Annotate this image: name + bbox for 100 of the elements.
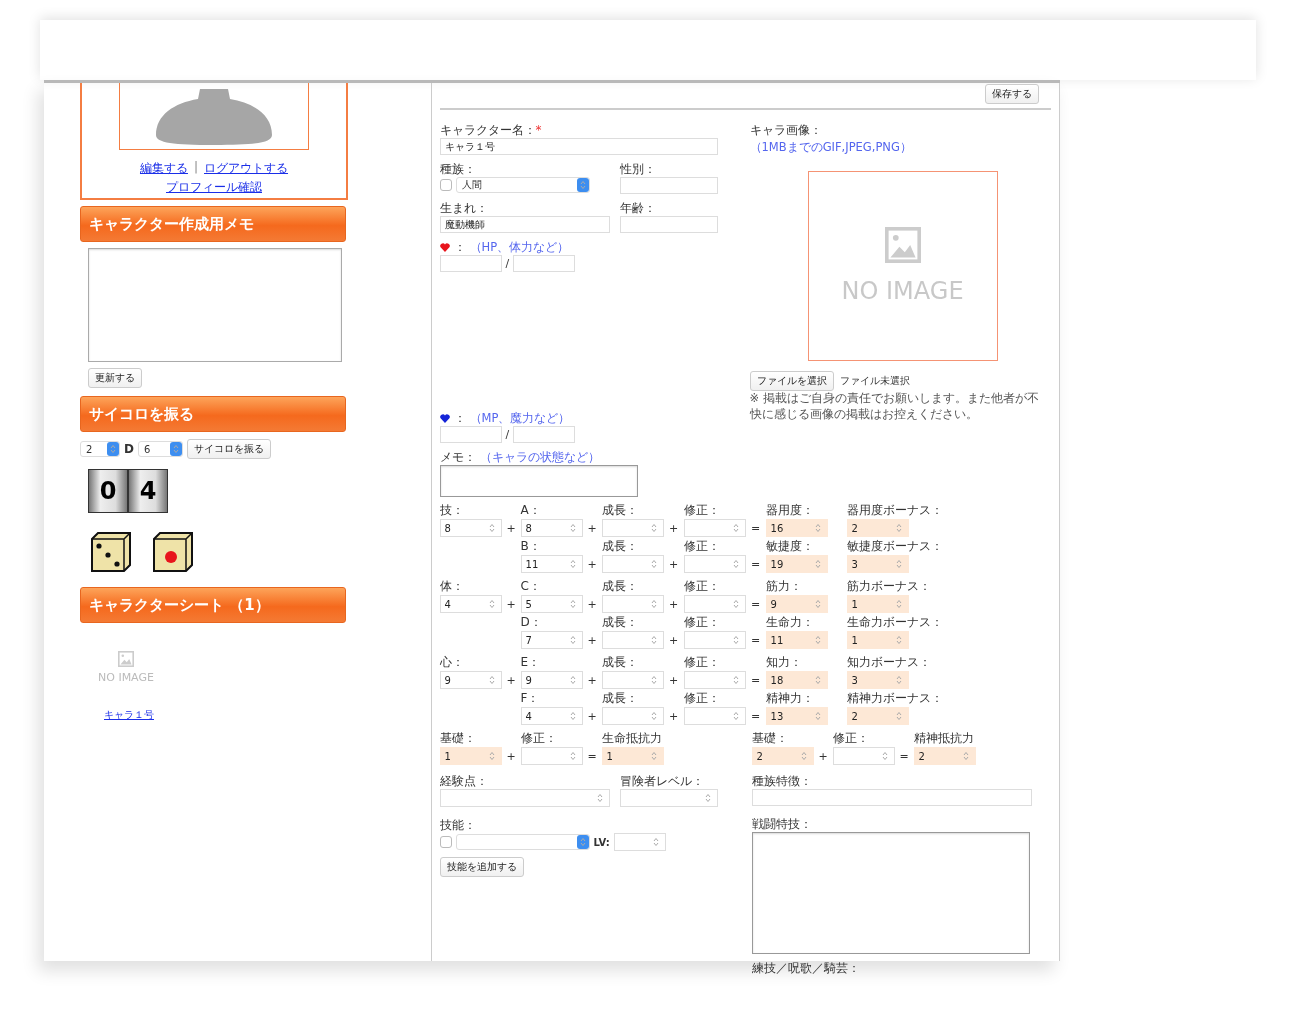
- spinner-icon[interactable]: [895, 559, 902, 569]
- number-field[interactable]: 2: [846, 519, 909, 537]
- spinner-icon[interactable]: [569, 635, 576, 645]
- checkbox[interactable]: [439, 179, 452, 191]
- number-field[interactable]: 18: [765, 671, 828, 689]
- combat-feats-textarea[interactable]: [751, 832, 1030, 954]
- number-field[interactable]: [601, 631, 664, 649]
- number-field[interactable]: 4: [439, 595, 502, 613]
- spinner-icon[interactable]: [732, 599, 739, 609]
- number-field[interactable]: 3: [846, 671, 909, 689]
- spinner-icon[interactable]: [488, 523, 495, 533]
- number-field[interactable]: 3: [846, 555, 909, 573]
- number-field[interactable]: [439, 789, 610, 807]
- spinner-icon[interactable]: [962, 751, 969, 761]
- spinner-icon[interactable]: [814, 599, 821, 609]
- spinner-icon[interactable]: [732, 711, 739, 721]
- spinner-icon[interactable]: [569, 559, 576, 569]
- roll-dice-button[interactable]: サイコロを振る: [186, 439, 271, 459]
- number-field[interactable]: [683, 707, 746, 725]
- spinner-icon[interactable]: [895, 711, 902, 721]
- text-field[interactable]: [513, 255, 576, 272]
- number-field[interactable]: 2: [846, 707, 909, 725]
- number-field[interactable]: 9: [765, 595, 828, 613]
- spinner-icon[interactable]: [650, 635, 657, 645]
- spinner-icon[interactable]: [569, 751, 576, 761]
- spinner-icon[interactable]: [650, 559, 657, 569]
- number-field[interactable]: [601, 707, 664, 725]
- spinner-icon[interactable]: [172, 444, 179, 454]
- number-field[interactable]: [601, 595, 664, 613]
- dice-sides-select[interactable]: 6: [137, 441, 183, 457]
- number-field[interactable]: [619, 789, 718, 807]
- select-field[interactable]: 人間: [455, 177, 590, 193]
- spinner-icon[interactable]: [650, 711, 657, 721]
- spinner-icon[interactable]: [488, 751, 495, 761]
- spinner-icon[interactable]: [652, 837, 659, 847]
- spinner-icon[interactable]: [650, 751, 657, 761]
- number-field[interactable]: 5: [520, 595, 583, 613]
- text-field[interactable]: [751, 789, 1032, 806]
- number-field[interactable]: [520, 747, 583, 765]
- number-field[interactable]: [613, 833, 666, 851]
- memo-textarea[interactable]: [439, 465, 638, 497]
- spinner-icon[interactable]: [596, 793, 603, 803]
- spinner-icon[interactable]: [800, 751, 807, 761]
- save-button[interactable]: 保存する: [985, 84, 1039, 104]
- memo-textarea[interactable]: [88, 248, 342, 362]
- number-field[interactable]: [832, 747, 895, 765]
- number-field[interactable]: 11: [765, 631, 828, 649]
- number-field[interactable]: [601, 519, 664, 537]
- spinner-icon[interactable]: [650, 599, 657, 609]
- number-field[interactable]: 9: [520, 671, 583, 689]
- spinner-icon[interactable]: [110, 444, 116, 454]
- edit-link[interactable]: 編集する: [139, 160, 188, 177]
- number-field[interactable]: 11: [520, 555, 583, 573]
- number-field[interactable]: 13: [765, 707, 828, 725]
- text-field[interactable]: キャラ１号: [439, 138, 718, 155]
- text-field[interactable]: [439, 426, 502, 443]
- spinner-icon[interactable]: [895, 675, 902, 685]
- text-field[interactable]: 魔動機師: [439, 216, 610, 233]
- text-field[interactable]: [619, 177, 718, 194]
- text-field[interactable]: [513, 426, 576, 443]
- select-field[interactable]: [455, 834, 590, 850]
- update-button[interactable]: 更新する: [88, 368, 142, 388]
- number-field[interactable]: 2: [751, 747, 814, 765]
- text-field[interactable]: [619, 216, 718, 233]
- spinner-icon[interactable]: [814, 675, 821, 685]
- spinner-icon[interactable]: [732, 635, 739, 645]
- number-field[interactable]: [683, 631, 746, 649]
- number-field[interactable]: [683, 595, 746, 613]
- add-skill-button[interactable]: 技能を追加する: [439, 857, 524, 877]
- spinner-icon[interactable]: [488, 599, 495, 609]
- spinner-icon[interactable]: [704, 793, 711, 803]
- spinner-icon[interactable]: [814, 635, 821, 645]
- number-field[interactable]: 2: [913, 747, 976, 765]
- spinner-icon[interactable]: [895, 599, 902, 609]
- dice-count-select[interactable]: 2: [80, 441, 120, 457]
- number-field[interactable]: 16: [765, 519, 828, 537]
- number-field[interactable]: 1: [846, 595, 909, 613]
- logout-link[interactable]: ログアウトする: [204, 160, 288, 177]
- character-link[interactable]: キャラ１号: [104, 708, 154, 722]
- choose-file-button[interactable]: ファイルを選択: [749, 371, 834, 391]
- spinner-icon[interactable]: [732, 675, 739, 685]
- spinner-icon[interactable]: [650, 523, 657, 533]
- spinner-icon[interactable]: [881, 751, 888, 761]
- number-field[interactable]: [683, 555, 746, 573]
- number-field[interactable]: [683, 519, 746, 537]
- number-field[interactable]: 19: [765, 555, 828, 573]
- spinner-icon[interactable]: [569, 675, 576, 685]
- text-field[interactable]: [439, 255, 502, 272]
- number-field[interactable]: [601, 555, 664, 573]
- number-field[interactable]: 7: [520, 631, 583, 649]
- number-field[interactable]: 1: [846, 631, 909, 649]
- number-field[interactable]: [683, 671, 746, 689]
- spinner-icon[interactable]: [814, 711, 821, 721]
- number-field[interactable]: 4: [520, 707, 583, 725]
- spinner-icon[interactable]: [814, 523, 821, 533]
- number-field[interactable]: 8: [520, 519, 583, 537]
- spinner-icon[interactable]: [569, 523, 576, 533]
- spinner-icon[interactable]: [814, 559, 821, 569]
- spinner-icon[interactable]: [732, 559, 739, 569]
- spinner-icon[interactable]: [488, 675, 495, 685]
